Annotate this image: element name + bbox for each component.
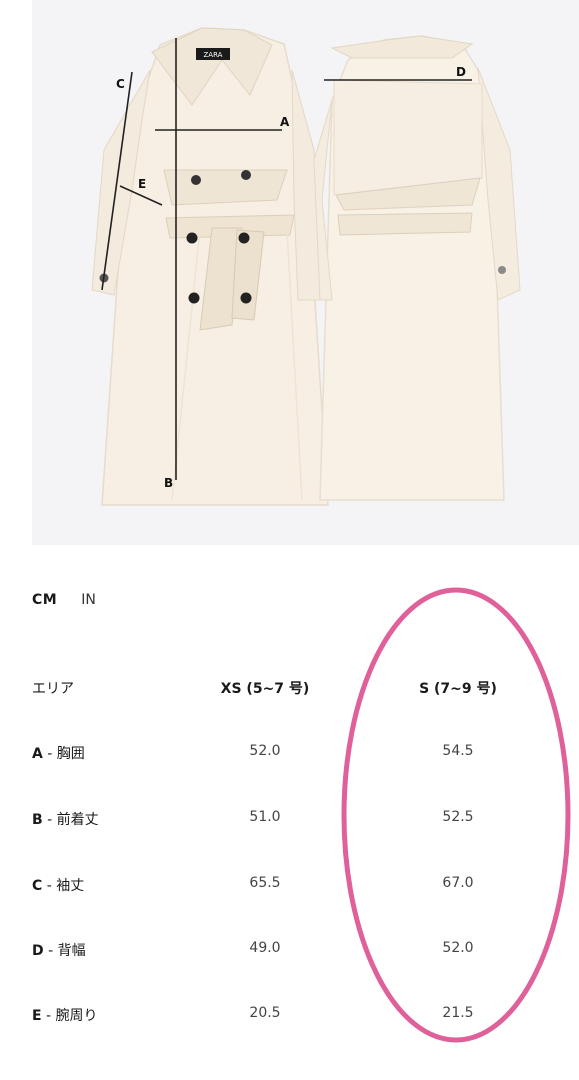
value-xs: 65.5 <box>249 875 281 891</box>
table-row: A - 胸囲 52.0 54.5 <box>32 743 562 773</box>
header-size-s: S (7~9 号) <box>419 681 497 697</box>
header-area: エリア <box>32 681 74 697</box>
table-header-row: エリア XS (5~7 号) S (7~9 号) <box>32 678 562 708</box>
table-row: D - 背幅 49.0 52.0 <box>32 940 562 970</box>
area-label: - 袖丈 <box>42 878 85 894</box>
value-xs: 52.0 <box>249 743 281 759</box>
marker-d: D <box>456 65 466 79</box>
front-coat: ZARA <box>91 27 341 506</box>
brand-label: ZARA <box>204 51 223 59</box>
value-xs: 51.0 <box>249 809 281 825</box>
value-s: 54.5 <box>442 743 474 759</box>
value-s: 52.5 <box>442 809 474 825</box>
value-xs: 20.5 <box>249 1005 281 1021</box>
back-coat <box>313 35 521 501</box>
table-row: B - 前着丈 51.0 52.5 <box>32 809 562 839</box>
row-area: C - 袖丈 <box>32 875 84 895</box>
area-code: D <box>32 943 44 959</box>
marker-e: E <box>138 177 146 191</box>
area-label: - 背幅 <box>43 943 86 959</box>
value-xs: 49.0 <box>249 940 281 956</box>
unit-tab-cm[interactable]: CM <box>32 592 57 608</box>
row-area: A - 胸囲 <box>32 743 85 763</box>
table-row: E - 腕周り 20.5 21.5 <box>32 1005 562 1035</box>
area-code: E <box>32 1008 42 1024</box>
area-label: - 胸囲 <box>42 746 85 762</box>
marker-c: C <box>116 77 125 91</box>
value-s: 21.5 <box>442 1005 474 1021</box>
table-row: C - 袖丈 65.5 67.0 <box>32 875 562 905</box>
marker-b: B <box>164 476 173 490</box>
area-code: A <box>32 746 43 762</box>
value-s: 52.0 <box>442 940 474 956</box>
area-code: C <box>32 878 43 894</box>
area-code: B <box>32 812 43 828</box>
area-label: - 腕周り <box>41 1008 98 1024</box>
unit-tabs: CM IN <box>32 592 96 608</box>
unit-tab-in[interactable]: IN <box>81 592 96 608</box>
product-measurement-figure: ZARA A B C D E <box>32 0 579 545</box>
row-area: E - 腕周り <box>32 1005 98 1025</box>
row-area: B - 前着丈 <box>32 809 99 829</box>
value-s: 67.0 <box>442 875 474 891</box>
area-label: - 前着丈 <box>42 812 99 828</box>
marker-a: A <box>280 115 290 129</box>
header-size-xs: XS (5~7 号) <box>220 681 310 697</box>
coat-illustration: ZARA A B C D E <box>91 27 521 506</box>
row-area: D - 背幅 <box>32 940 86 960</box>
